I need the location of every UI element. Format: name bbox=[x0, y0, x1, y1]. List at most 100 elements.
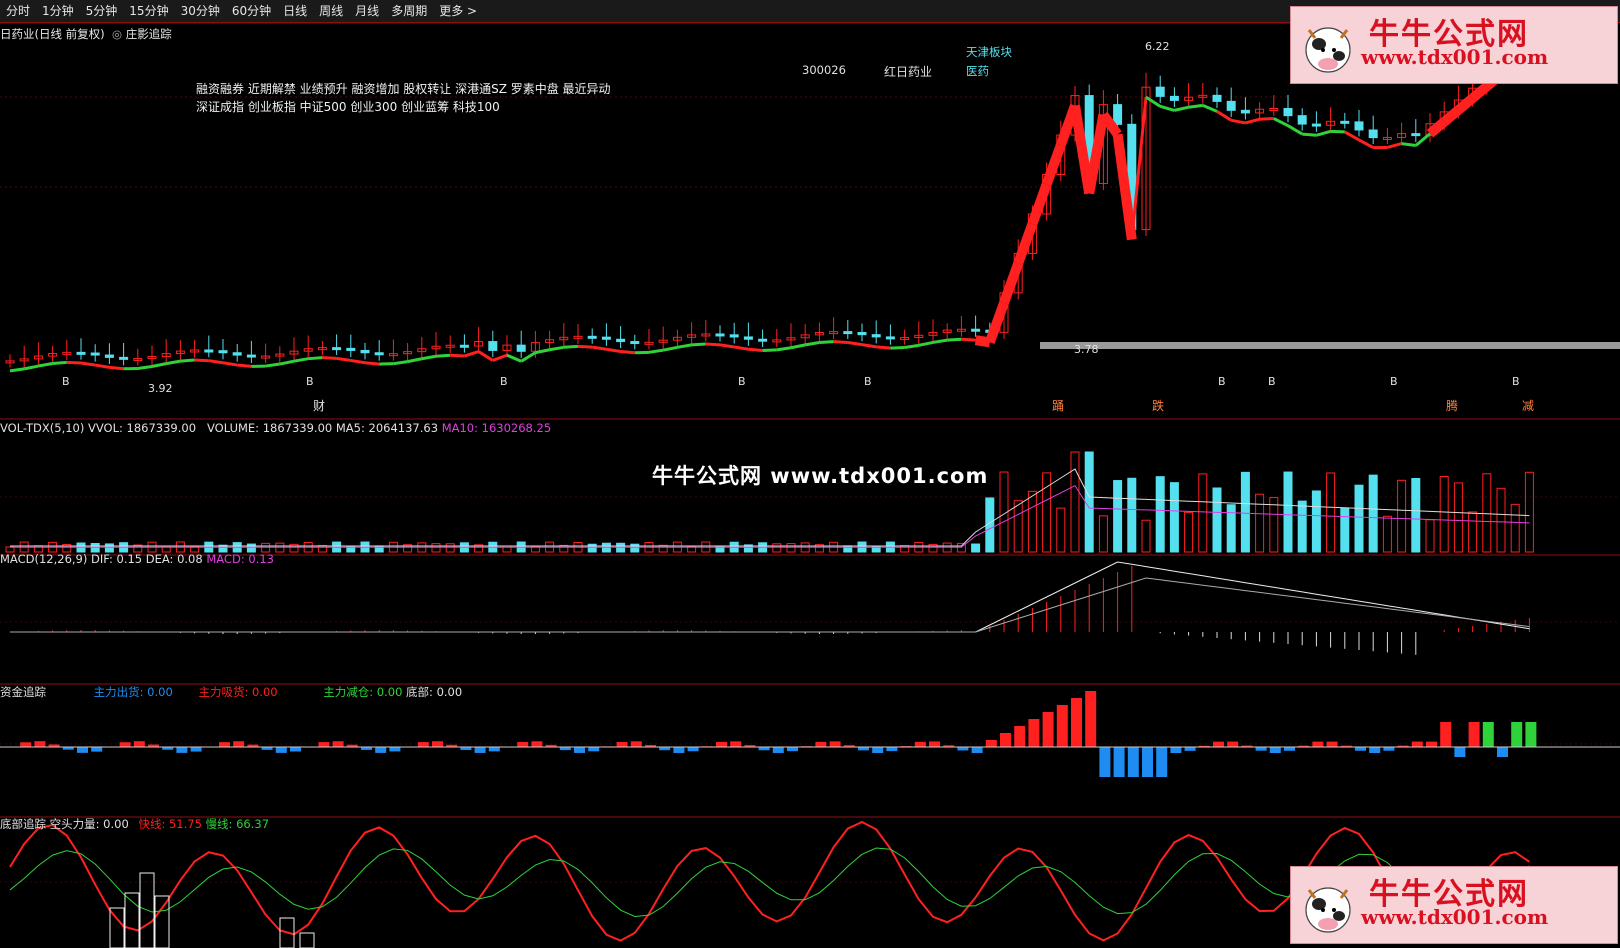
trend-ribbon bbox=[606, 347, 621, 354]
trend-ribbon bbox=[293, 357, 309, 363]
trend-ribbon bbox=[94, 363, 110, 369]
volume-bar bbox=[786, 543, 796, 553]
period-tab-10[interactable]: 更多 > bbox=[433, 0, 483, 22]
fund-bar bbox=[417, 742, 429, 747]
volume-bar bbox=[1496, 487, 1506, 553]
volume-bar bbox=[1326, 472, 1336, 553]
trend-ribbon bbox=[1315, 129, 1332, 137]
fund-bar bbox=[588, 747, 600, 752]
b-marker: B bbox=[306, 375, 314, 388]
trend-ribbon bbox=[833, 340, 848, 345]
volume-bar bbox=[1255, 493, 1265, 553]
volume-bar bbox=[587, 543, 597, 553]
period-tab-9[interactable]: 多周期 bbox=[385, 0, 433, 22]
trend-ribbon bbox=[648, 348, 664, 354]
fund-bar bbox=[1440, 722, 1452, 747]
fund-bar bbox=[971, 747, 983, 753]
watermark-text: 牛牛公式网 www.tdx001.com bbox=[652, 464, 989, 488]
candle bbox=[1297, 115, 1307, 125]
period-tab-5[interactable]: 60分钟 bbox=[226, 0, 277, 22]
trend-ribbon bbox=[222, 361, 238, 367]
fund-bar bbox=[1099, 747, 1111, 777]
candle bbox=[616, 338, 626, 343]
candle bbox=[76, 351, 86, 355]
candle bbox=[630, 341, 640, 345]
period-tab-4[interactable]: 30分钟 bbox=[175, 0, 226, 22]
low-price-label: 3.92 bbox=[148, 382, 173, 395]
b-marker: B bbox=[62, 375, 70, 388]
trend-ribbon bbox=[904, 343, 920, 350]
trend-ribbon bbox=[23, 364, 39, 371]
trend-ribbon bbox=[918, 340, 934, 347]
period-tab-3[interactable]: 15分钟 bbox=[123, 0, 174, 22]
candle bbox=[1354, 121, 1364, 131]
candle bbox=[119, 356, 129, 360]
trend-ribbon bbox=[861, 343, 877, 349]
fund-bar bbox=[687, 747, 699, 752]
b-marker: B bbox=[1512, 375, 1520, 388]
event-marker: 跌 bbox=[1152, 398, 1164, 413]
candle bbox=[1368, 129, 1378, 139]
fund-bar bbox=[1269, 747, 1281, 753]
fund-bar bbox=[1071, 698, 1082, 747]
trend-ribbon bbox=[790, 343, 806, 350]
trend-ribbon bbox=[9, 367, 25, 373]
period-tab-2[interactable]: 5分钟 bbox=[80, 0, 124, 22]
trend-ribbon bbox=[890, 346, 905, 350]
period-tab-8[interactable]: 月线 bbox=[349, 0, 385, 22]
fund-bar bbox=[815, 741, 827, 747]
fund-bar bbox=[787, 747, 798, 752]
volume-bar bbox=[1510, 503, 1520, 553]
fund-bar bbox=[1312, 741, 1324, 747]
period-tab-6[interactable]: 日线 bbox=[277, 0, 313, 22]
period-tab-0[interactable]: 分时 bbox=[0, 0, 36, 22]
candle bbox=[104, 354, 114, 358]
fund-bar bbox=[20, 742, 32, 747]
event-marker: 踊 bbox=[1052, 399, 1064, 413]
trend-ribbon bbox=[620, 350, 635, 355]
fund-bar bbox=[1042, 712, 1054, 747]
fund-bar bbox=[488, 747, 500, 752]
fund-bar bbox=[332, 741, 344, 747]
trend-ribbon bbox=[719, 343, 735, 349]
period-tab-1[interactable]: 1分钟 bbox=[36, 0, 80, 22]
candle bbox=[1411, 133, 1421, 137]
fund-bar bbox=[531, 741, 543, 747]
fund-bar bbox=[34, 741, 46, 747]
trend-ribbon bbox=[1159, 104, 1175, 112]
fund-bar bbox=[1369, 747, 1381, 753]
fund-bar bbox=[91, 747, 103, 752]
trend-ribbon bbox=[999, 261, 1023, 305]
bottom-bar bbox=[154, 895, 170, 948]
trend-ribbon bbox=[932, 338, 948, 344]
trend-ribbon bbox=[1230, 118, 1246, 125]
fund-bar bbox=[1227, 741, 1239, 747]
fund-bar bbox=[872, 747, 884, 753]
fund-bar bbox=[1000, 733, 1011, 747]
volume-bar bbox=[1354, 484, 1364, 553]
fund-bar bbox=[1426, 741, 1437, 747]
volume-bar bbox=[1439, 475, 1449, 553]
volume-bar bbox=[90, 543, 100, 553]
block-value: 医药 bbox=[966, 64, 989, 78]
trend-ribbon bbox=[985, 301, 1009, 345]
trend-ribbon bbox=[776, 346, 792, 352]
trend-ribbon bbox=[1174, 105, 1189, 112]
fund-bar bbox=[914, 741, 926, 747]
fund-bar bbox=[77, 747, 88, 753]
trend-ribbon bbox=[52, 360, 67, 366]
trend-ribbon bbox=[1216, 110, 1233, 122]
candle bbox=[1340, 120, 1350, 124]
logo-url-text: www.tdx001.com bbox=[1361, 905, 1549, 929]
fund-bar bbox=[616, 741, 628, 747]
candle bbox=[1212, 94, 1222, 102]
main-title: 日药业(日线 前复权) bbox=[0, 27, 105, 41]
cow-mascot-icon bbox=[1305, 887, 1351, 933]
candle bbox=[601, 336, 611, 340]
concepts-line-1: 融资融券 近期解禁 业绩预升 融资增加 股权转让 深港通SZ 罗素中盘 最近异动 bbox=[196, 82, 611, 96]
volume-bar bbox=[445, 543, 455, 553]
volume-bar bbox=[1283, 471, 1293, 553]
period-tab-7[interactable]: 周线 bbox=[313, 0, 349, 22]
indicator-name[interactable]: ◎ 庄影追踪 bbox=[112, 26, 172, 42]
event-marker: 财 bbox=[313, 399, 325, 413]
